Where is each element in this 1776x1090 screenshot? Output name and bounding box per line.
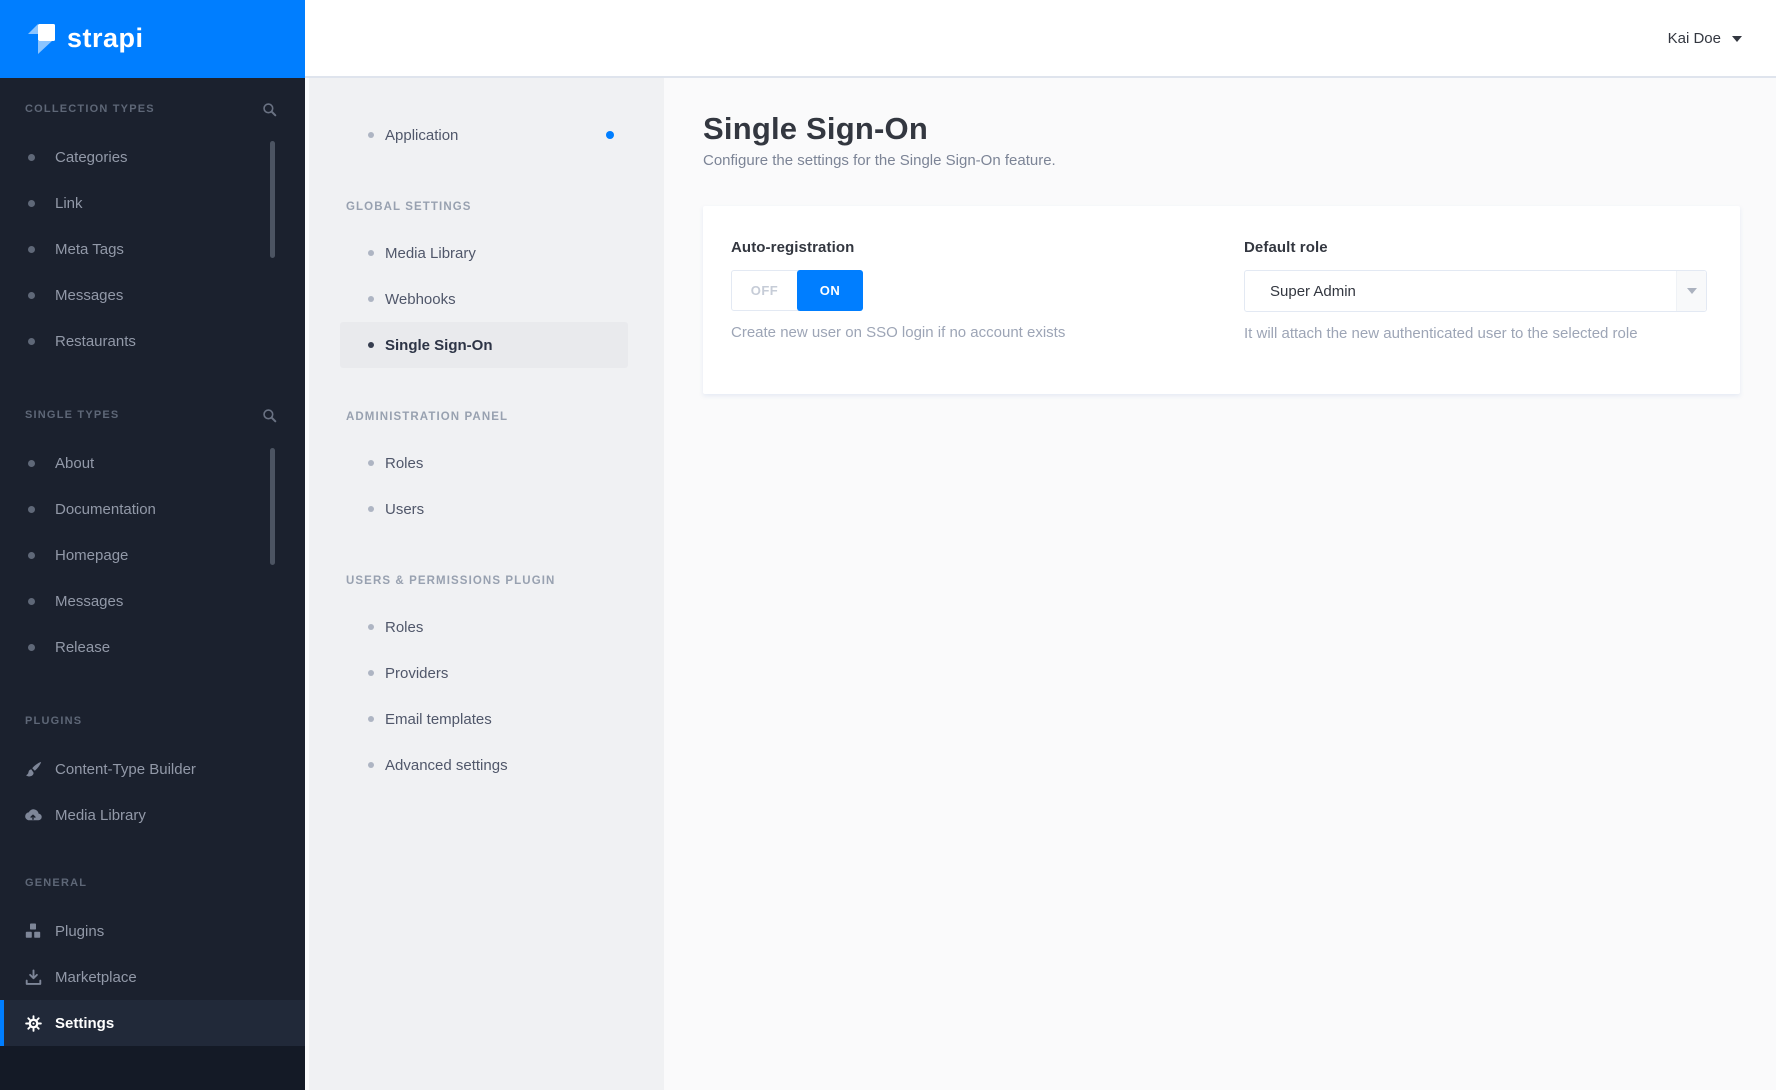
right-region: Kai Doe Application GLOBAL SETTINGS Medi… <box>305 0 1776 1090</box>
bullet-icon <box>368 624 374 630</box>
bullet-icon <box>28 505 35 513</box>
subnav-group-administration-panel: ADMINISTRATION PANEL <box>346 411 509 423</box>
bullet-icon <box>28 597 35 605</box>
toggle-on-option[interactable]: ON <box>797 270 863 311</box>
sidebar-item-settings[interactable]: Settings <box>0 1000 305 1046</box>
cubes-icon <box>24 922 42 940</box>
sidebar-item-content-type-builder[interactable]: Content-Type Builder <box>0 746 305 792</box>
bullet-icon <box>368 506 374 512</box>
bullet-icon <box>28 291 35 299</box>
sidebar-item-homepage[interactable]: Homepage <box>0 532 305 578</box>
bullet-icon <box>368 250 374 256</box>
download-icon <box>24 968 42 986</box>
search-icon[interactable] <box>262 408 277 423</box>
auto-registration-label: Auto-registration <box>731 239 855 256</box>
gear-icon <box>24 1014 42 1032</box>
default-role-field: Default role Super Admin It will attach … <box>1244 239 1707 394</box>
bullet-icon <box>368 296 374 302</box>
bullet-icon <box>28 199 35 207</box>
bullet-icon <box>28 643 35 651</box>
app-window: strapi COLLECTION TYPES Categories Link … <box>0 0 1776 1090</box>
default-role-value: Super Admin <box>1270 282 1356 300</box>
single-types-scrollbar[interactable] <box>270 448 275 565</box>
strapi-brand[interactable]: strapi <box>0 0 305 78</box>
sso-settings-card: Auto-registration OFF ON Create new user… <box>703 206 1740 394</box>
subnav-item-admin-users[interactable]: Users <box>340 486 628 532</box>
subnav-group-global-settings: GLOBAL SETTINGS <box>346 201 472 213</box>
search-icon[interactable] <box>262 102 277 117</box>
section-collection-types: COLLECTION TYPES Categories Link Meta Ta… <box>0 94 305 364</box>
subnav-item-application[interactable]: Application <box>340 112 628 158</box>
section-general: GENERAL Plugins Marketplace Settings <box>0 868 305 1046</box>
bullet-icon <box>28 153 35 161</box>
cloud-upload-icon <box>24 806 42 824</box>
auto-registration-helper: Create new user on SSO login if no accou… <box>731 324 1066 341</box>
user-menu[interactable]: Kai Doe <box>1668 30 1742 47</box>
bullet-icon <box>368 762 374 768</box>
bullet-icon <box>368 716 374 722</box>
default-role-label: Default role <box>1244 239 1328 256</box>
subnav-group-users-permissions: USERS & PERMISSIONS PLUGIN <box>346 575 556 587</box>
bullet-icon <box>28 337 35 345</box>
section-single-types: SINGLE TYPES About Documentation Homepag… <box>0 400 305 670</box>
page-title: Single Sign-On <box>703 111 928 146</box>
auto-registration-toggle[interactable]: OFF ON <box>731 270 863 311</box>
chevron-down-icon <box>1732 36 1742 42</box>
sidebar-item-plugins[interactable]: Plugins <box>0 908 305 954</box>
collection-types-title: COLLECTION TYPES <box>25 103 155 115</box>
main-content: Single Sign-On Configure the settings fo… <box>664 78 1776 1090</box>
default-role-helper: It will attach the new authenticated use… <box>1244 325 1638 342</box>
bullet-icon <box>368 670 374 676</box>
sidebar-item-categories[interactable]: Categories <box>0 134 305 180</box>
auto-registration-field: Auto-registration OFF ON Create new user… <box>731 239 1194 394</box>
bullet-icon <box>368 460 374 466</box>
sidebar-item-documentation[interactable]: Documentation <box>0 486 305 532</box>
main-sidebar: strapi COLLECTION TYPES Categories Link … <box>0 0 305 1090</box>
subnav-item-single-sign-on[interactable]: Single Sign-On <box>340 322 628 368</box>
sidebar-item-marketplace[interactable]: Marketplace <box>0 954 305 1000</box>
select-caret-zone[interactable] <box>1676 271 1706 311</box>
bullet-icon <box>28 551 35 559</box>
bullet-icon <box>368 342 374 348</box>
sidebar-footer <box>0 1046 305 1090</box>
general-title: GENERAL <box>25 877 88 889</box>
default-role-select[interactable]: Super Admin <box>1244 270 1707 312</box>
sidebar-item-about[interactable]: About <box>0 440 305 486</box>
user-name: Kai Doe <box>1667 29 1721 47</box>
sidebar-item-messages[interactable]: Messages <box>0 272 305 318</box>
subnav-item-providers[interactable]: Providers <box>340 650 628 696</box>
subnav-item-advanced-settings[interactable]: Advanced settings <box>340 742 628 788</box>
subnav-item-webhooks[interactable]: Webhooks <box>340 276 628 322</box>
sidebar-item-link[interactable]: Link <box>0 180 305 226</box>
subnav-item-up-roles[interactable]: Roles <box>340 604 628 650</box>
notification-dot <box>606 131 614 139</box>
chevron-down-icon <box>1686 288 1697 294</box>
plugins-title: PLUGINS <box>25 715 83 727</box>
collection-types-scrollbar[interactable] <box>270 141 275 258</box>
single-types-title: SINGLE TYPES <box>25 409 120 421</box>
sidebar-item-messages-single[interactable]: Messages <box>0 578 305 624</box>
paintbrush-icon <box>24 760 42 778</box>
bullet-icon <box>368 132 374 138</box>
bullet-icon <box>28 245 35 253</box>
top-header-bar: Kai Doe <box>305 0 1776 78</box>
subnav-item-media-library[interactable]: Media Library <box>340 230 628 276</box>
sidebar-item-release[interactable]: Release <box>0 624 305 670</box>
page-subtitle: Configure the settings for the Single Si… <box>703 152 1056 169</box>
subnav-item-email-templates[interactable]: Email templates <box>340 696 628 742</box>
sidebar-item-restaurants[interactable]: Restaurants <box>0 318 305 364</box>
section-plugins: PLUGINS Content-Type Builder Media Libra… <box>0 706 305 838</box>
settings-subnav: Application GLOBAL SETTINGS Media Librar… <box>305 78 664 1090</box>
brand-name: strapi <box>67 22 144 53</box>
sidebar-item-meta-tags[interactable]: Meta Tags <box>0 226 305 272</box>
subnav-item-admin-roles[interactable]: Roles <box>340 440 628 486</box>
bullet-icon <box>28 459 35 467</box>
toggle-off-option[interactable]: OFF <box>732 271 797 310</box>
strapi-logo-icon <box>28 23 55 54</box>
sidebar-item-media-library[interactable]: Media Library <box>0 792 305 838</box>
